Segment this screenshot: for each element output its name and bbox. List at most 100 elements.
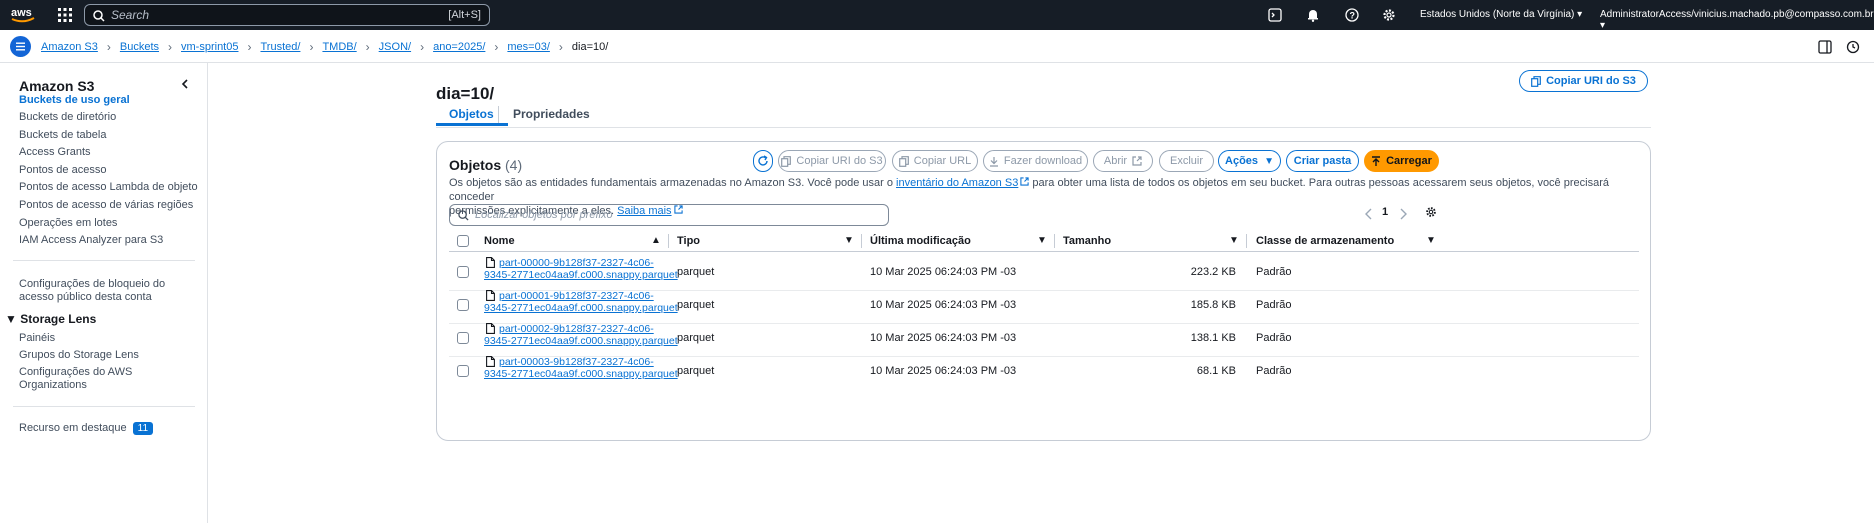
sidebar-item-buckets-uso-geral[interactable]: Buckets de uso geral (19, 94, 130, 106)
breadcrumb-bucket[interactable]: vm-sprint05 (181, 41, 238, 53)
object-name-link[interactable]: part-00000-9b128f37-2327-4c06- 9345-2771e… (484, 257, 678, 281)
sidebar-item-config-organizations[interactable]: Configurações do AWS Organizations (19, 366, 132, 392)
download-icon (989, 156, 999, 167)
download-button[interactable]: Fazer download (983, 150, 1088, 172)
row-checkbox[interactable] (457, 365, 469, 377)
aws-logo[interactable]: aws (10, 5, 36, 25)
breadcrumb-mes[interactable]: mes=03/ (507, 41, 550, 53)
upload-button[interactable]: Carregar (1364, 150, 1439, 172)
prefix-filter-input[interactable]: Localizar objetos por prefixo (449, 204, 889, 226)
copy-icon (781, 155, 792, 167)
object-name-link[interactable]: part-00003-9b128f37-2327-4c06- 9345-2771e… (484, 356, 678, 380)
sort-icon: ▼ (844, 235, 854, 246)
breadcrumb-ano[interactable]: ano=2025/ (433, 41, 485, 53)
featured-count-badge: 11 (132, 422, 154, 435)
settings-gear-icon[interactable] (1382, 8, 1396, 22)
sidebar-item-pontos-acesso[interactable]: Pontos de acesso (19, 164, 106, 176)
breadcrumb: Amazon S3 › Buckets › vm-sprint05 › Trusted… (41, 40, 608, 54)
sidebar-item-operacoes-lotes[interactable]: Operações em lotes (19, 217, 117, 229)
sidebar-item-buckets-tabela[interactable]: Buckets de tabela (19, 129, 106, 141)
chevron-right-icon: › (247, 40, 252, 54)
column-header-tipo[interactable]: Tipo (677, 235, 700, 247)
sidebar: Amazon S3 Buckets de uso geral Buckets d… (0, 63, 208, 523)
breadcrumb-buckets[interactable]: Buckets (120, 41, 159, 53)
object-size: 185.8 KB (1190, 299, 1236, 311)
create-folder-button[interactable]: Criar pasta (1286, 150, 1359, 172)
account-menu[interactable]: AdministratorAccess/vinicius.machado.pb@… (1600, 9, 1874, 31)
open-label: Abrir (1103, 155, 1128, 167)
row-checkbox[interactable] (457, 266, 469, 278)
object-name-line2: 9345-2771ec04aa9f.c000.snappy.parquet (484, 269, 678, 281)
refresh-button[interactable] (753, 150, 773, 172)
copy-s3-uri-header-button[interactable]: Copiar URI do S3 (1519, 70, 1648, 92)
bell-icon[interactable] (1306, 8, 1320, 22)
help-icon[interactable]: ? (1345, 8, 1359, 22)
object-storage-class: Padrão (1256, 365, 1292, 377)
region-selector[interactable]: Estados Unidos (Norte da Virgínia) ▾ (1420, 9, 1582, 20)
sidebar-item-buckets-diretorio[interactable]: Buckets de diretório (19, 111, 116, 123)
clock-icon[interactable] (1846, 40, 1860, 54)
sidebar-item-grupos-storage-lens[interactable]: Grupos do Storage Lens (19, 349, 139, 361)
object-name-line2: 9345-2771ec04aa9f.c000.snappy.parquet (484, 302, 678, 314)
sidebar-item-paineis[interactable]: Painéis (19, 332, 55, 344)
search-icon (458, 210, 469, 221)
menu-toggle-button[interactable] (10, 36, 31, 57)
sidebar-title: Amazon S3 (19, 78, 95, 94)
external-link-icon (1020, 177, 1029, 186)
cloudshell-icon[interactable] (1268, 8, 1282, 22)
active-tab-indicator (436, 123, 508, 126)
global-search-input[interactable]: Search [Alt+S] (84, 4, 490, 26)
breadcrumb-amazon-s3[interactable]: Amazon S3 (41, 41, 98, 53)
info-panel-icon[interactable] (1818, 40, 1832, 54)
preferences-gear-icon[interactable] (1425, 206, 1437, 218)
select-all-checkbox[interactable] (457, 235, 469, 247)
object-size: 68.1 KB (1196, 365, 1236, 377)
chevron-right-icon: › (106, 40, 111, 54)
sidebar-item-bloqueio-acesso[interactable]: Configurações de bloqueio do acesso públi… (19, 278, 165, 304)
object-name-link[interactable]: part-00002-9b128f37-2327-4c06- 9345-2771e… (484, 323, 678, 347)
prev-page-button[interactable] (1365, 208, 1373, 220)
sort-icon: ▼ (1426, 235, 1436, 246)
tab-objetos[interactable]: Objetos (449, 107, 494, 121)
object-name-link[interactable]: part-00001-9b128f37-2327-4c06- 9345-2771e… (484, 290, 678, 314)
copy-url-button[interactable]: Copiar URL (892, 150, 978, 172)
copy-s3-uri-button[interactable]: Copiar URI do S3 (778, 150, 886, 172)
breadcrumb-bar: Amazon S3 › Buckets › vm-sprint05 › Trusted… (0, 30, 1874, 63)
next-page-button[interactable] (1399, 208, 1407, 220)
sort-icon: ▼ (1229, 235, 1239, 246)
copy-url-label: Copiar URL (913, 155, 972, 167)
breadcrumb-trusted[interactable]: Trusted/ (260, 41, 300, 53)
column-header-nome[interactable]: Nome (484, 235, 515, 247)
column-header-tamanho[interactable]: Tamanho (1063, 235, 1111, 247)
sidebar-item-iam-access-analyzer[interactable]: IAM Access Analyzer para S3 (19, 234, 163, 246)
close-sidebar-icon[interactable] (180, 79, 190, 89)
inventory-link[interactable]: inventário do Amazon S3 (896, 177, 1018, 189)
sidebar-item-lambda-objeto[interactable]: Pontos de acesso Lambda de objeto (19, 181, 198, 193)
row-checkbox[interactable] (457, 299, 469, 311)
tab-propriedades[interactable]: Propriedades (513, 107, 590, 121)
refresh-icon (757, 155, 769, 167)
column-header-classe[interactable]: Classe de armazenamento (1256, 235, 1394, 247)
delete-button[interactable]: Excluir (1159, 150, 1214, 172)
actions-dropdown[interactable]: Ações ▼ (1218, 150, 1281, 172)
column-separator (861, 234, 862, 248)
open-button[interactable]: Abrir (1093, 150, 1153, 172)
breadcrumb-tmdb[interactable]: TMDB/ (322, 41, 356, 53)
row-checkbox[interactable] (457, 332, 469, 344)
sort-ascending-icon: ▲ (651, 235, 661, 246)
breadcrumb-current: dia=10/ (571, 41, 609, 53)
column-header-ultima-modificacao[interactable]: Última modificação (870, 235, 971, 247)
sidebar-item-access-grants[interactable]: Access Grants (19, 146, 91, 158)
page-number[interactable]: 1 (1382, 206, 1388, 218)
storage-lens-section[interactable]: ▼ Storage Lens (5, 312, 96, 326)
services-grid-icon[interactable] (58, 8, 72, 22)
sidebar-item-varias-regioes[interactable]: Pontos de acesso de várias regiões (19, 199, 193, 211)
breadcrumb-json[interactable]: JSON/ (379, 41, 411, 53)
sidebar-item-recurso-destaque[interactable]: Recurso em destaque 11 (19, 422, 154, 435)
table-row[interactable]: part-00003-9b128f37-2327-4c06- 9345-2771e… (449, 352, 1639, 390)
upload-label: Carregar (1386, 155, 1432, 167)
search-icon (93, 10, 105, 22)
caret-down-icon: ▼ (5, 312, 17, 326)
page-title: dia=10/ (436, 84, 495, 103)
account-label: AdministratorAccess/vinicius.machado.pb@… (1600, 9, 1874, 20)
